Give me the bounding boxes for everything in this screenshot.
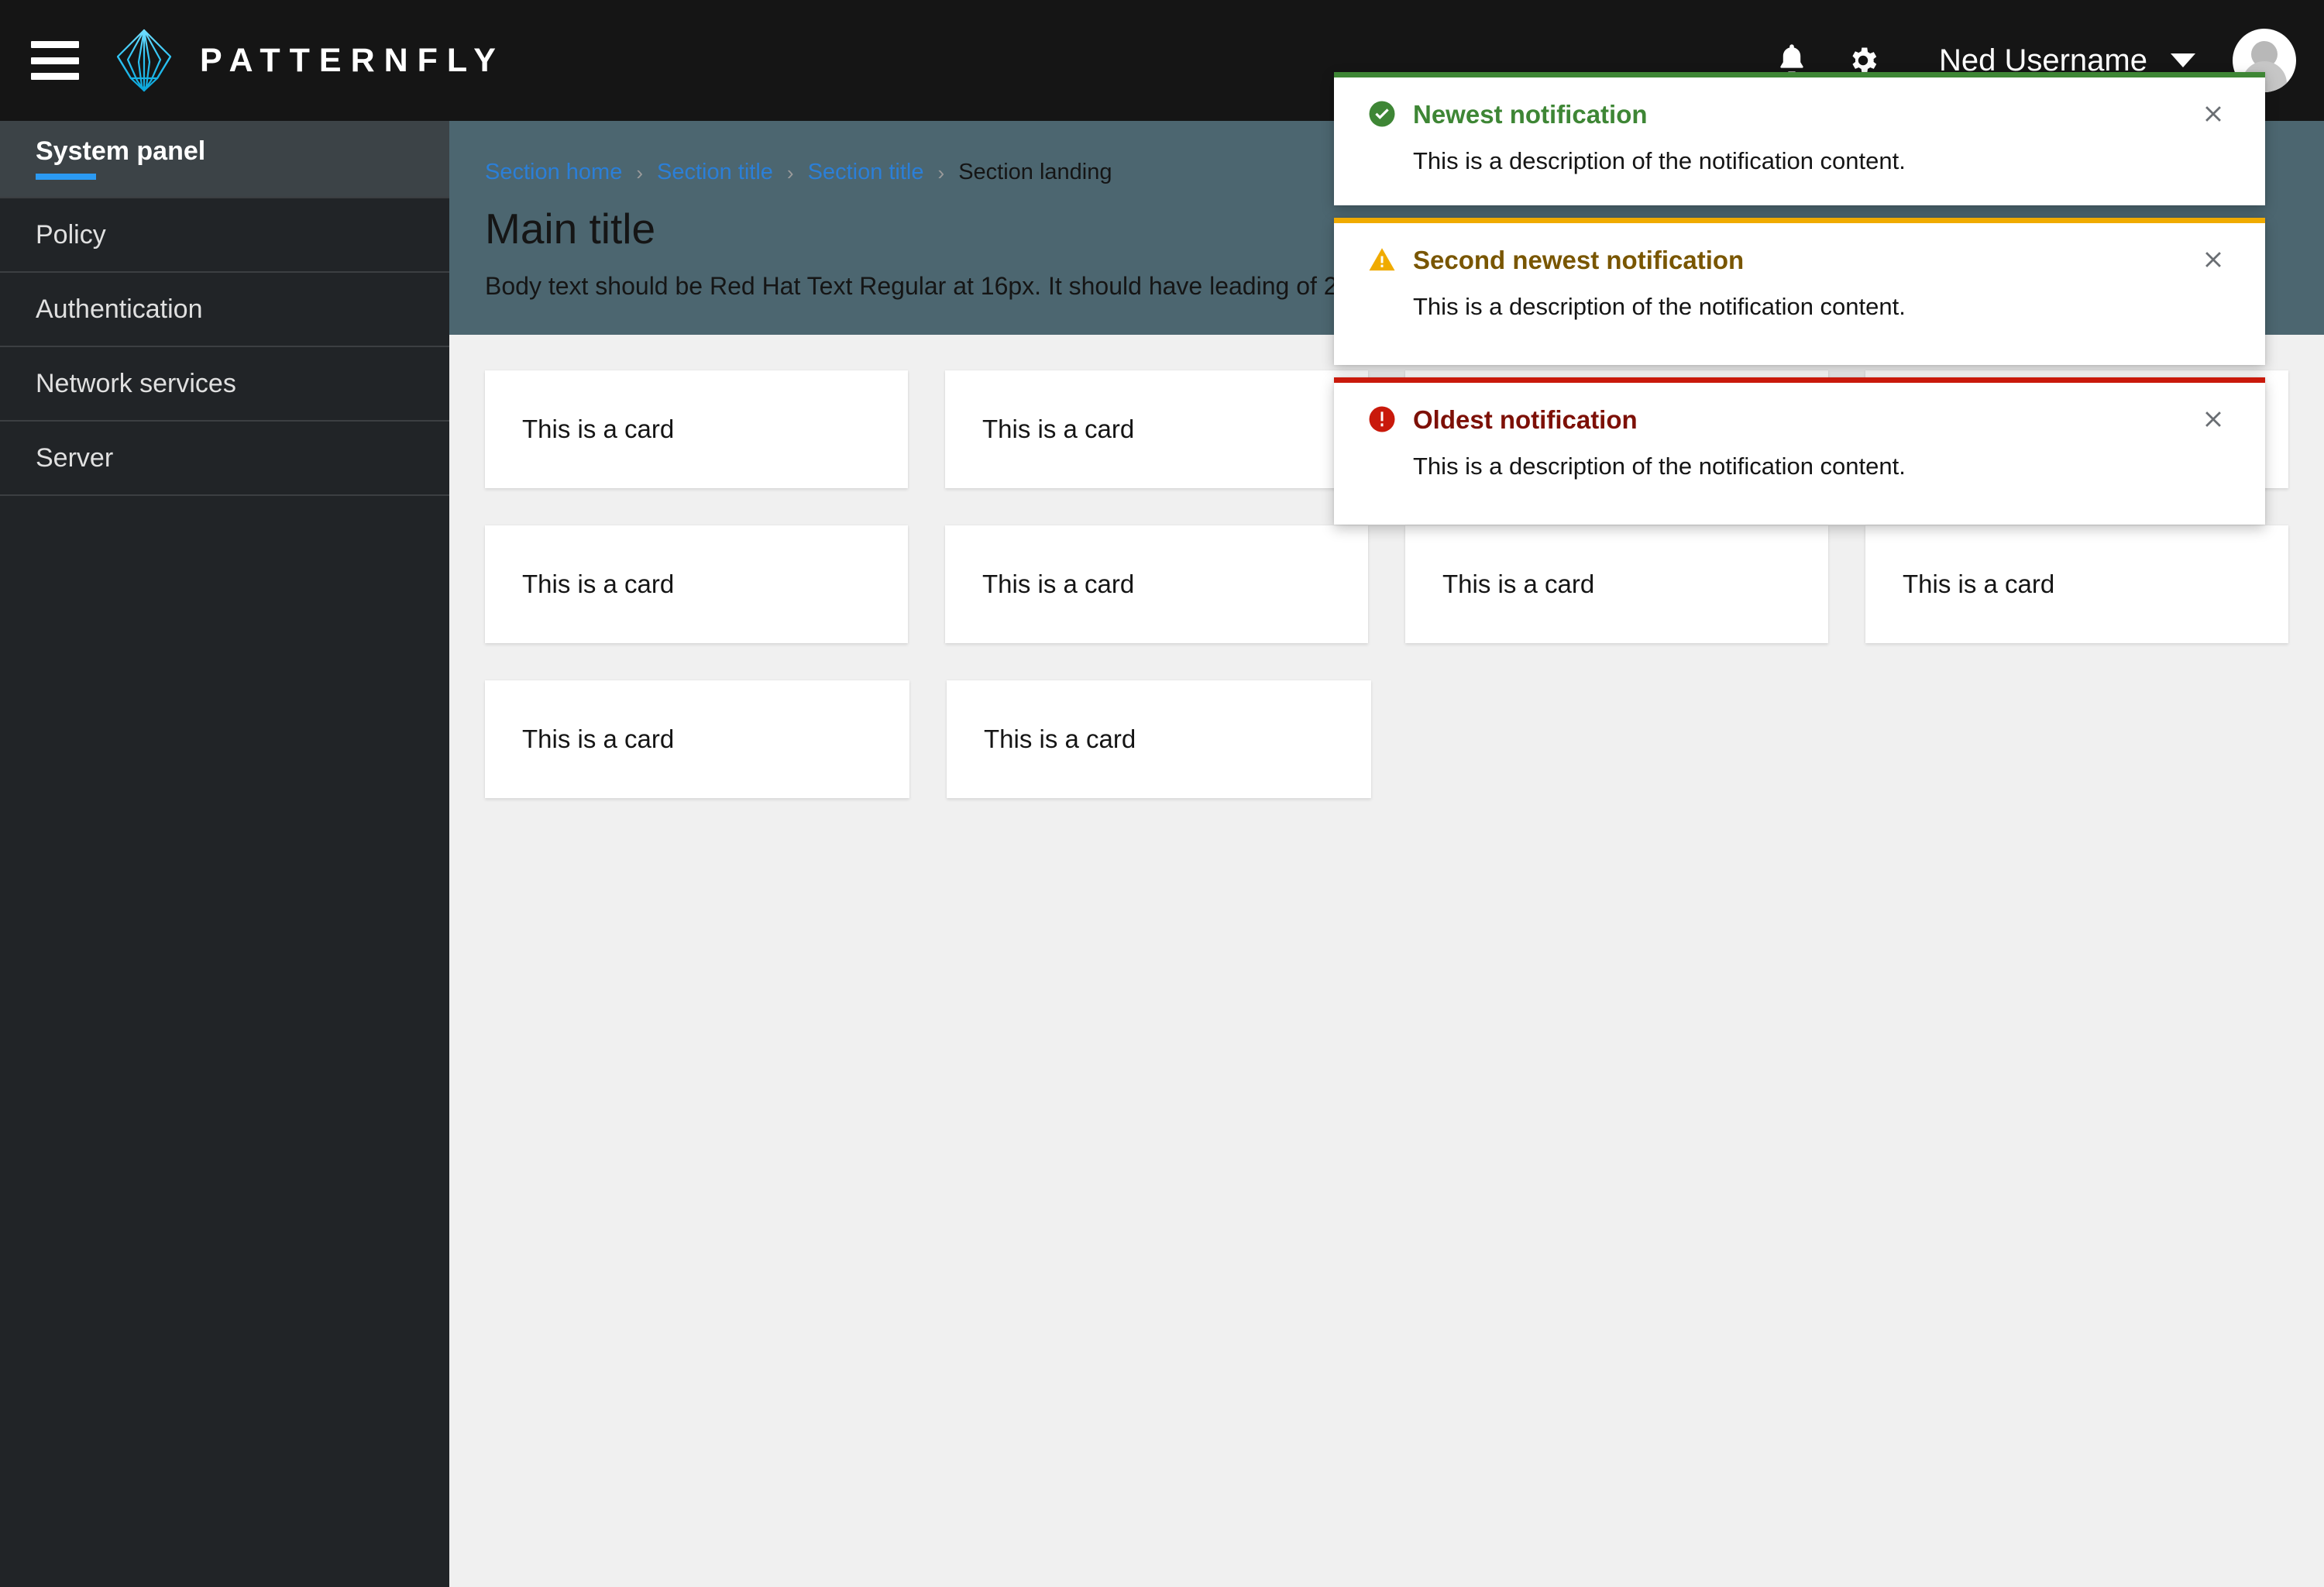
- hamburger-bar: [31, 57, 79, 64]
- notification-alert-success: Newest notification This is a descriptio…: [1334, 72, 2265, 205]
- breadcrumb-separator-icon: ›: [937, 160, 945, 184]
- card-title: This is a card: [982, 570, 1135, 598]
- check-circle-icon: [1368, 100, 1396, 128]
- card[interactable]: This is a card: [485, 680, 909, 798]
- sidebar-item-system-panel[interactable]: System panel: [0, 121, 449, 198]
- brand-wordmark: PATTERNFLY: [200, 41, 505, 79]
- alert-description: This is a description of the notificatio…: [1413, 147, 1906, 174]
- alert-description: This is a description of the notificatio…: [1413, 453, 1906, 480]
- sidebar-item-label: Server: [36, 443, 114, 473]
- patternfly-logo-icon: [115, 28, 174, 93]
- breadcrumb-item-3[interactable]: Section title: [808, 161, 924, 184]
- card[interactable]: This is a card: [485, 525, 908, 643]
- card-title: This is a card: [982, 415, 1135, 443]
- app-root: PATTERNFLY Ned Username System panel Pol…: [0, 0, 2324, 1587]
- alert-title: Newest notification: [1413, 99, 1648, 129]
- notification-alert-warning: Second newest notification This is a des…: [1334, 218, 2265, 365]
- card-title: This is a card: [522, 570, 675, 598]
- alert-header: Newest notification: [1368, 100, 2231, 128]
- chevron-down-icon: [2171, 53, 2195, 67]
- alert-header: Second newest notification: [1368, 246, 2231, 274]
- notification-alert-group: Newest notification This is a descriptio…: [1334, 72, 2265, 537]
- close-icon[interactable]: [2195, 401, 2231, 437]
- nav-toggle-button[interactable]: [31, 41, 79, 80]
- sidebar-item-server[interactable]: Server: [0, 422, 449, 496]
- card[interactable]: This is a card: [947, 680, 1371, 798]
- sidebar-item-label: Policy: [36, 220, 106, 250]
- card-title: This is a card: [1442, 570, 1595, 598]
- breadcrumb-item-1[interactable]: Section home: [485, 161, 622, 184]
- hamburger-bar: [31, 73, 79, 80]
- card[interactable]: This is a card: [945, 370, 1368, 488]
- alert-title: Oldest notification: [1413, 404, 1638, 434]
- card-row: This is a card This is a card: [485, 680, 2288, 798]
- breadcrumb-separator-icon: ›: [636, 160, 643, 184]
- card-row: This is a card This is a card This is a …: [485, 525, 2288, 643]
- card-title: This is a card: [522, 415, 675, 443]
- card-title: This is a card: [984, 725, 1136, 753]
- hamburger-bar: [31, 41, 79, 48]
- sidebar-item-network-services[interactable]: Network services: [0, 347, 449, 422]
- exclamation-circle-icon: [1368, 405, 1396, 433]
- sidebar-nav: System panel Policy Authentication Netwo…: [0, 121, 449, 1587]
- exclamation-triangle-icon: [1368, 246, 1396, 274]
- notification-alert-danger: Oldest notification This is a descriptio…: [1334, 377, 2265, 525]
- breadcrumb-item-current: Section landing: [958, 160, 1112, 184]
- breadcrumb-item-2[interactable]: Section title: [657, 161, 773, 184]
- close-icon[interactable]: [2195, 242, 2231, 277]
- card-title: This is a card: [1903, 570, 2055, 598]
- alert-title: Second newest notification: [1413, 245, 1745, 274]
- sidebar-item-authentication[interactable]: Authentication: [0, 273, 449, 347]
- brand-link[interactable]: PATTERNFLY: [115, 28, 505, 93]
- sidebar-item-policy[interactable]: Policy: [0, 198, 449, 273]
- sidebar-item-label: System panel: [36, 136, 206, 166]
- card[interactable]: This is a card: [1405, 525, 1828, 643]
- card[interactable]: This is a card: [945, 525, 1368, 643]
- active-indicator: [36, 174, 96, 180]
- sidebar-item-label: Authentication: [36, 294, 203, 324]
- alert-header: Oldest notification: [1368, 405, 2231, 433]
- alert-description: This is a description of the notificatio…: [1413, 293, 1906, 320]
- card[interactable]: This is a card: [485, 370, 908, 488]
- card[interactable]: This is a card: [1865, 525, 2288, 643]
- card-title: This is a card: [522, 725, 675, 753]
- sidebar-item-label: Network services: [36, 369, 236, 398]
- close-icon[interactable]: [2195, 96, 2231, 132]
- breadcrumb-separator-icon: ›: [786, 160, 794, 184]
